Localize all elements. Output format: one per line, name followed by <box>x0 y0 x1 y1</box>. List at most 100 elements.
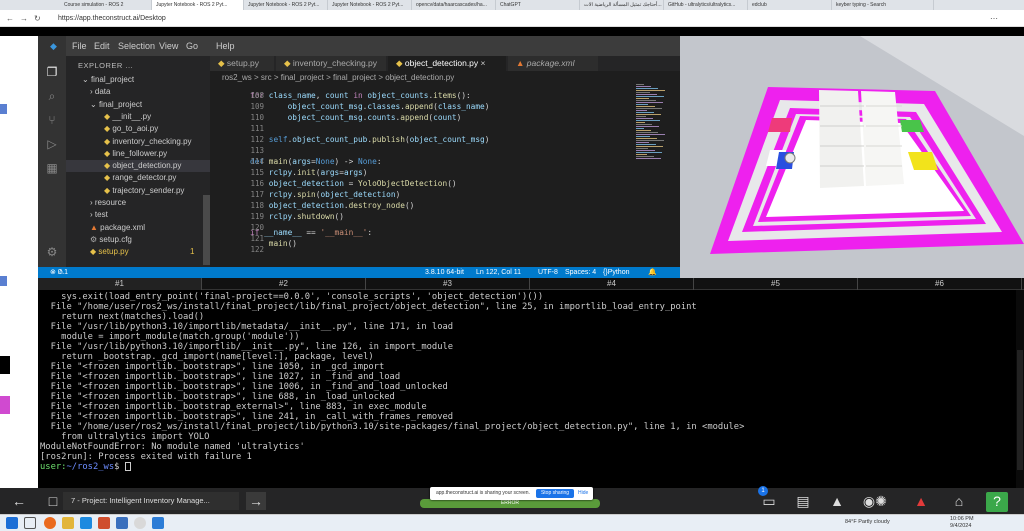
terminal-tab-2[interactable]: #2 <box>202 278 366 290</box>
tree-item[interactable]: ◆ object_detection.py <box>66 160 210 173</box>
file-explorer-icon[interactable] <box>62 517 74 529</box>
breadcrumb-item[interactable]: object_detection.py <box>385 73 454 82</box>
explorer-scrollbar[interactable] <box>203 195 210 265</box>
tree-item[interactable]: ◆ trajectory_sender.py <box>66 185 184 197</box>
reload-icon[interactable]: ↻ <box>34 13 41 24</box>
browser-tab[interactable]: ChatGPT <box>496 0 580 10</box>
hide-button[interactable]: Hide <box>578 489 588 498</box>
search-icon[interactable] <box>24 517 36 529</box>
clock-time[interactable]: 10:06 PM <box>950 516 974 523</box>
tree-item[interactable]: ⚙ setup.cfg <box>66 234 132 246</box>
files-icon[interactable]: ❐ <box>44 64 60 80</box>
code-editor[interactable]: for class_name, count in object_counts.i… <box>210 84 680 267</box>
back-arrow-icon[interactable]: ← <box>10 492 28 510</box>
settings-icon[interactable]: ⋯ <box>990 13 998 24</box>
app-icon[interactable] <box>98 517 110 529</box>
app-icon[interactable] <box>116 517 128 529</box>
browser-tab[interactable]: Jupyter Notebook - ROS 2 Pyt... <box>328 0 412 10</box>
tree-item[interactable]: ◆ __init__.py <box>66 111 151 123</box>
tab-inventory-checking[interactable]: ◆ inventory_checking.py <box>276 56 386 71</box>
encoding[interactable]: UTF-8 <box>538 267 558 278</box>
tree-item[interactable]: ▲ package.xml <box>66 222 145 234</box>
terminal-tab-1[interactable]: #1 <box>38 278 202 290</box>
menu-help[interactable]: Help <box>216 41 235 51</box>
weather-widget[interactable]: 84°F Partly cloudy <box>845 519 890 526</box>
gear-icon[interactable]: ⚙ <box>44 244 60 260</box>
tree-item[interactable]: ◆ setup.py 1 <box>66 246 194 258</box>
edge-icon[interactable] <box>152 517 164 529</box>
home-icon[interactable]: ⌂ <box>950 492 968 510</box>
terminal-tab-3[interactable]: #3 <box>366 278 530 290</box>
python-interpreter[interactable]: 3.8.10 64-bit <box>425 267 464 278</box>
problems-indicator[interactable]: ⊗ 0 ⚠ 1 <box>50 267 68 278</box>
terminal-scrollbar[interactable] <box>1016 290 1024 488</box>
menu-file[interactable]: File <box>72 41 87 51</box>
browser-tab[interactable]: opencv/data/haarcascades/ha... <box>412 0 496 10</box>
firefox-icon[interactable] <box>44 517 56 529</box>
breadcrumb-item[interactable]: final_project <box>333 73 376 82</box>
cursor-position[interactable]: Ln 122, Col 11 <box>476 267 521 278</box>
tree-item[interactable]: ◆ line_follower.py <box>66 148 167 160</box>
browser-tab[interactable]: keyber typing - Search <box>832 0 934 10</box>
source-control-icon[interactable]: ⑂ <box>44 112 60 128</box>
extensions-icon[interactable]: ▦ <box>44 160 60 176</box>
language-mode[interactable]: {} Python <box>603 267 629 278</box>
menu-edit[interactable]: Edit <box>94 41 110 51</box>
tree-item[interactable]: ◆ go_to_aoi.py <box>66 123 158 135</box>
browser-tab[interactable]: GitHub - ultralytics/ultralytics... <box>664 0 748 10</box>
run-debug-icon[interactable]: ▷ <box>44 136 60 152</box>
search-icon[interactable]: ⌕ <box>44 88 60 104</box>
window-square-icon[interactable]: □ <box>44 492 62 510</box>
gazebo-simulation-view[interactable] <box>680 36 1024 278</box>
tree-item[interactable]: › test <box>66 209 108 221</box>
menu-go[interactable]: Go <box>186 41 198 51</box>
tree-item[interactable]: ◆ range_detector.py <box>66 172 176 184</box>
gear-icon: ⚙ <box>90 234 100 244</box>
help-icon[interactable]: ? <box>986 492 1008 512</box>
warning-icon[interactable]: ▲ <box>912 492 930 510</box>
bell-icon[interactable]: 🔔 <box>648 267 657 278</box>
browser-tab[interactable]: Course simulation - ROS 2 <box>60 0 152 10</box>
editor-minimap[interactable] <box>634 84 672 164</box>
vscode-icon[interactable] <box>80 517 92 529</box>
terminal-output[interactable]: user:~/ros2_ws$ sys.exit(load_entry_poin… <box>38 290 1024 488</box>
tree-item[interactable]: › data <box>66 86 110 98</box>
menu-selection[interactable]: Selection <box>118 41 155 51</box>
browser-tab[interactable]: Jupyter Notebook - ROS 2 Pyt... <box>152 0 244 10</box>
forward-icon[interactable]: → <box>20 13 28 24</box>
browser-tab[interactable]: Jupyter Notebook - ROS 2 Pyt... <box>244 0 328 10</box>
browser-tab[interactable]: أحتاجك تمثيل المسألة الرياضية الات... <box>580 0 664 10</box>
book-icon[interactable]: ▤ <box>794 492 812 510</box>
terminal-tab-6[interactable]: #6 <box>858 278 1022 290</box>
stop-sharing-button[interactable]: Stop sharing <box>536 489 574 498</box>
chevron-down-icon[interactable]: ⌄ <box>82 75 91 84</box>
clock-date[interactable]: 9/4/2024 <box>950 523 971 530</box>
forward-arrow-icon[interactable]: → <box>246 492 266 510</box>
tree-item[interactable]: ⌄ final_project <box>66 74 134 86</box>
close-icon[interactable]: × <box>478 58 486 68</box>
breadcrumb-item[interactable]: ros2_ws <box>222 73 252 82</box>
menu-view[interactable]: View <box>159 41 178 51</box>
tree-item[interactable]: ⌄ final_project <box>66 99 142 111</box>
indentation[interactable]: Spaces: 4 <box>565 267 596 278</box>
url-field[interactable]: https://app.theconstruct.ai/Desktop <box>58 13 166 24</box>
back-icon[interactable]: ← <box>6 13 14 24</box>
tree-item[interactable]: ◆ inventory_checking.py <box>66 136 192 148</box>
line-number: 120 <box>250 223 264 232</box>
tab-setup-py[interactable]: ◆ setup.py <box>210 56 274 71</box>
active-window-title[interactable]: 7 - Project: Intelligent Inventory Manag… <box>63 492 239 510</box>
terminal-tab-4[interactable]: #4 <box>530 278 694 290</box>
tree-item-label: setup.py <box>98 247 129 257</box>
terminal-tab-5[interactable]: #5 <box>694 278 858 290</box>
chevron-down-icon[interactable]: ⌄ <box>90 100 99 109</box>
tab-package-xml[interactable]: ▲ package.xml <box>508 56 598 71</box>
breadcrumb-item[interactable]: src <box>261 73 272 82</box>
tree-item[interactable]: › resource <box>66 197 126 209</box>
breadcrumb-item[interactable]: final_project <box>281 73 324 82</box>
windows-start-icon[interactable] <box>6 517 18 529</box>
tab-object-detection[interactable]: ◆ object_detection.py × <box>388 56 506 71</box>
browser-tab[interactable]: edclub <box>748 0 832 10</box>
chrome-icon[interactable] <box>134 517 146 529</box>
graduation-cap-icon[interactable]: ▲ <box>828 492 846 510</box>
openai-icon[interactable]: ✺ <box>872 492 890 510</box>
